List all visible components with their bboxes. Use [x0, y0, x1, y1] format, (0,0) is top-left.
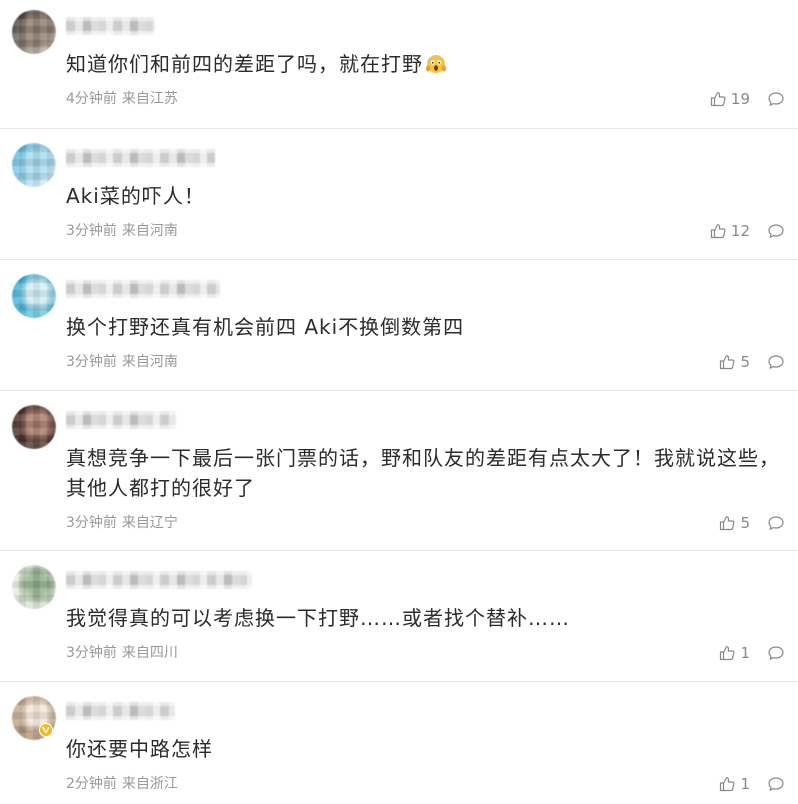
comment-item: Aki菜的吓人！ 3分钟前 来自河南 12 [0, 129, 798, 260]
comment-body: 真想竞争一下最后一张门票的话，野和队友的差距有点太大了！我就说这些，其他人都打的… [66, 391, 798, 532]
like-count: 19 [730, 90, 750, 108]
reply-button[interactable] [768, 776, 784, 792]
thumbs-up-icon [719, 354, 735, 370]
like-count: 12 [730, 222, 750, 240]
comment-location: 来自河南 [121, 354, 178, 370]
thumbs-up-icon [710, 223, 726, 239]
username-blurred[interactable] [66, 17, 155, 35]
comment-location: 来自江苏 [121, 91, 178, 107]
comment-text: 我觉得真的可以考虑换一下打野……或者找个替补…… [66, 603, 786, 633]
username-blurred[interactable] [66, 280, 220, 298]
comment-body: 你还要中路怎样 2分钟前 来自浙江 1 [66, 682, 798, 793]
comment-text-content: 我觉得真的可以考虑换一下打野……或者找个替补…… [66, 606, 570, 630]
comment-time: 3分钟前 [66, 223, 117, 239]
like-button[interactable]: 1 [719, 775, 750, 793]
comment-location: 来自浙江 [121, 776, 178, 792]
comment-meta: 3分钟前 来自河南 12 [66, 222, 798, 240]
comment-meta: 4分钟前 来自江苏 19 [66, 90, 798, 108]
comment-body: Aki菜的吓人！ 3分钟前 来自河南 12 [66, 129, 798, 240]
reply-button[interactable] [768, 223, 784, 239]
thumbs-up-icon [719, 776, 735, 792]
comment-location: 来自四川 [121, 645, 178, 661]
username-blurred[interactable] [66, 149, 215, 167]
comment-bubble-icon [768, 645, 784, 661]
like-button[interactable]: 12 [710, 222, 750, 240]
avatar[interactable] [12, 565, 56, 609]
reply-button[interactable] [768, 645, 784, 661]
thumbs-up-icon [719, 645, 735, 661]
avatar[interactable] [12, 274, 56, 318]
comment-time: 4分钟前 [66, 91, 117, 107]
like-button[interactable]: 19 [710, 90, 750, 108]
like-count: 1 [740, 775, 750, 793]
thumbs-up-icon [719, 515, 735, 531]
comment-meta: 3分钟前 来自辽宁 5 [66, 514, 798, 532]
comment-body: 换个打野还真有机会前四 Aki不换倒数第四 3分钟前 来自河南 5 [66, 260, 798, 371]
comment-text-content: Aki菜的吓人！ [66, 184, 205, 208]
comment-item: 我觉得真的可以考虑换一下打野……或者找个替补…… 3分钟前 来自四川 1 [0, 551, 798, 682]
comment-text-content: 知道你们和前四的差距了吗，就在打野 [66, 52, 423, 76]
comment-text-content: 换个打野还真有机会前四 Aki不换倒数第四 [66, 315, 465, 339]
username-blurred[interactable] [66, 702, 175, 720]
username-blurred[interactable] [66, 411, 176, 429]
comment-text: 知道你们和前四的差距了吗，就在打野 [66, 49, 786, 79]
comment-list: 知道你们和前四的差距了吗，就在打野 4分钟前 来自江苏 19 Aki菜的吓人！ … [0, 0, 798, 804]
comment-bubble-icon [768, 776, 784, 792]
comment-text: 真想竞争一下最后一张门票的话，野和队友的差距有点太大了！我就说这些，其他人都打的… [66, 443, 786, 503]
avatar[interactable] [12, 143, 56, 187]
comment-item: 你还要中路怎样 2分钟前 来自浙江 1 [0, 682, 798, 804]
comment-time: 2分钟前 [66, 776, 117, 792]
comment-time: 3分钟前 [66, 354, 117, 370]
comment-bubble-icon [768, 91, 784, 107]
username-blurred[interactable] [66, 571, 252, 589]
comment-bubble-icon [768, 354, 784, 370]
comment-bubble-icon [768, 515, 784, 531]
scream-emoji-icon [425, 53, 447, 75]
comment-location: 来自辽宁 [121, 515, 178, 531]
comment-text-content: 你还要中路怎样 [66, 737, 213, 761]
comment-body: 我觉得真的可以考虑换一下打野……或者找个替补…… 3分钟前 来自四川 1 [66, 551, 798, 662]
reply-button[interactable] [768, 354, 784, 370]
verified-badge-icon [39, 723, 53, 737]
thumbs-up-icon [710, 91, 726, 107]
comment-time: 3分钟前 [66, 515, 117, 531]
comment-time: 3分钟前 [66, 645, 117, 661]
like-count: 5 [740, 353, 750, 371]
comment-meta: 3分钟前 来自四川 1 [66, 644, 798, 662]
comment-bubble-icon [768, 223, 784, 239]
comment-text-content: 真想竞争一下最后一张门票的话，野和队友的差距有点太大了！我就说这些，其他人都打的… [66, 446, 780, 500]
comment-text: 你还要中路怎样 [66, 734, 786, 764]
avatar[interactable] [12, 10, 56, 54]
comment-meta: 3分钟前 来自河南 5 [66, 353, 798, 371]
comment-text: Aki菜的吓人！ [66, 181, 786, 211]
comment-item: 真想竞争一下最后一张门票的话，野和队友的差距有点太大了！我就说这些，其他人都打的… [0, 391, 798, 551]
like-button[interactable]: 1 [719, 644, 750, 662]
like-button[interactable]: 5 [719, 353, 750, 371]
avatar[interactable] [12, 405, 56, 449]
comment-text: 换个打野还真有机会前四 Aki不换倒数第四 [66, 312, 786, 342]
comment-body: 知道你们和前四的差距了吗，就在打野 4分钟前 来自江苏 19 [66, 0, 798, 108]
like-count: 1 [740, 644, 750, 662]
comment-location: 来自河南 [121, 223, 178, 239]
comment-item: 知道你们和前四的差距了吗，就在打野 4分钟前 来自江苏 19 [0, 0, 798, 129]
like-count: 5 [740, 514, 750, 532]
comment-item: 换个打野还真有机会前四 Aki不换倒数第四 3分钟前 来自河南 5 [0, 260, 798, 391]
comment-meta: 2分钟前 来自浙江 1 [66, 775, 798, 793]
reply-button[interactable] [768, 91, 784, 107]
reply-button[interactable] [768, 515, 784, 531]
like-button[interactable]: 5 [719, 514, 750, 532]
